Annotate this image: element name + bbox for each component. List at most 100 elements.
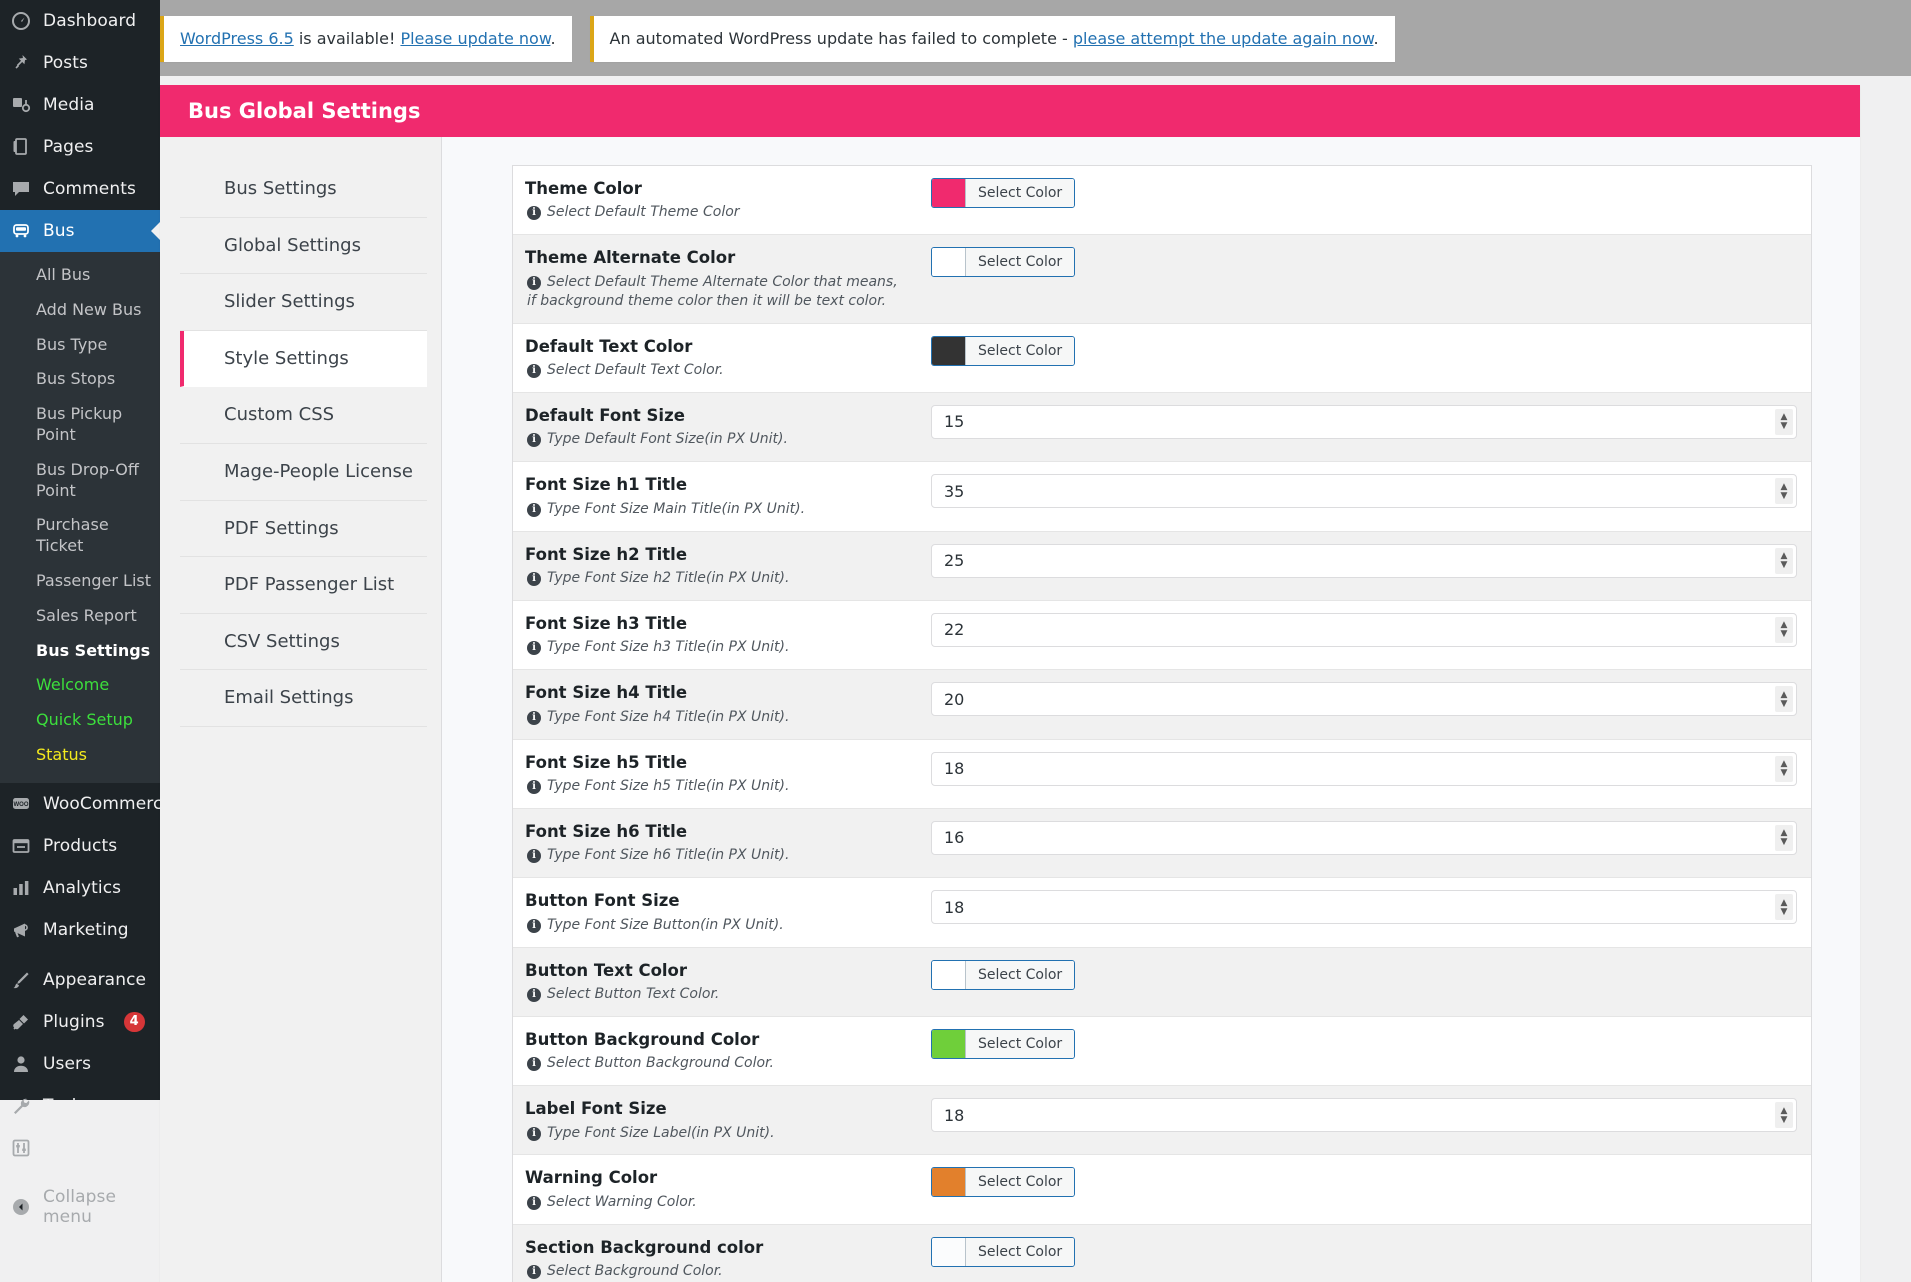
submenu-item-passenger-list[interactable]: Passenger List <box>0 564 160 599</box>
number-input[interactable] <box>931 543 1797 578</box>
number-input[interactable] <box>931 612 1797 647</box>
chevron-up-icon[interactable]: ▲ <box>1781 1106 1788 1115</box>
chevron-down-icon[interactable]: ▼ <box>1781 907 1788 916</box>
number-stepper[interactable]: ▲ ▼ <box>1775 894 1793 921</box>
page-title: Bus Global Settings <box>160 85 1860 137</box>
number-input[interactable] <box>931 682 1797 717</box>
submenu-item-add-new-bus[interactable]: Add New Bus <box>0 293 160 328</box>
submenu-item-sales-report[interactable]: Sales Report <box>0 599 160 634</box>
sidebar-item-label: WooCommerce <box>43 793 173 814</box>
tab-slider-settings[interactable]: Slider Settings <box>180 274 427 331</box>
number-input[interactable] <box>931 820 1797 855</box>
submenu-item-bus-type[interactable]: Bus Type <box>0 328 160 363</box>
tab-pdf-passenger-list[interactable]: PDF Passenger List <box>180 557 427 614</box>
submenu-item-bus-stops[interactable]: Bus Stops <box>0 362 160 397</box>
sidebar-item-dashboard[interactable]: Dashboard <box>0 0 160 42</box>
notice-link[interactable]: please attempt the update again now <box>1073 29 1374 48</box>
tab-pdf-settings[interactable]: PDF Settings <box>180 501 427 558</box>
chevron-up-icon[interactable]: ▲ <box>1781 760 1788 769</box>
submenu-item-status[interactable]: Status <box>0 738 160 773</box>
number-stepper[interactable]: ▲ ▼ <box>1775 408 1793 435</box>
sidebar-item-tools[interactable]: Tools <box>0 1085 160 1127</box>
sidebar-item-analytics[interactable]: Analytics <box>0 867 160 909</box>
setting-field-cell: ▲▼ <box>923 1086 1811 1144</box>
tab-csv-settings[interactable]: CSV Settings <box>180 614 427 671</box>
sidebar-item-pages[interactable]: Pages <box>0 126 160 168</box>
chevron-up-icon[interactable]: ▲ <box>1781 482 1788 491</box>
submenu-item-quick-setup[interactable]: Quick Setup <box>0 703 160 738</box>
number-stepper[interactable]: ▲ ▼ <box>1775 616 1793 643</box>
chevron-down-icon[interactable]: ▼ <box>1781 1115 1788 1124</box>
tab-bus-settings[interactable]: Bus Settings <box>180 161 427 218</box>
chevron-up-icon[interactable]: ▲ <box>1781 621 1788 630</box>
sidebar-item-plugins[interactable]: Plugins 4 <box>0 1001 160 1043</box>
sidebar-item-marketing[interactable]: Marketing <box>0 909 160 951</box>
tab-global-settings[interactable]: Global Settings <box>180 218 427 275</box>
sidebar-item-appearance[interactable]: Appearance <box>0 959 160 1001</box>
chevron-down-icon[interactable]: ▼ <box>1781 491 1788 500</box>
select-color-button[interactable]: Select Color <box>931 178 1076 208</box>
number-stepper[interactable]: ▲ ▼ <box>1775 686 1793 713</box>
select-color-button[interactable]: Select Color <box>931 1236 1076 1267</box>
setting-label: Warning Color <box>525 1168 658 1188</box>
submenu-item-purchase-ticket[interactable]: Purchase Ticket <box>0 508 160 564</box>
sidebar-item-products[interactable]: Products <box>0 825 160 867</box>
number-input[interactable] <box>931 751 1797 786</box>
chevron-down-icon[interactable]: ▼ <box>1781 422 1788 431</box>
select-color-button[interactable]: Select Color <box>931 1028 1076 1059</box>
notice-link[interactable]: WordPress 6.5 <box>180 29 294 48</box>
gear-icon <box>10 1137 32 1159</box>
chevron-down-icon[interactable]: ▼ <box>1781 699 1788 708</box>
sidebar-item-media[interactable]: Media <box>0 84 160 126</box>
number-input[interactable] <box>931 474 1797 509</box>
setting-description: i Select Background Color. <box>525 1262 905 1281</box>
submenu-item-bus-settings[interactable]: Bus Settings <box>0 634 160 669</box>
number-stepper[interactable]: ▲ ▼ <box>1775 547 1793 574</box>
sidebar-item-comments[interactable]: Comments <box>0 168 160 210</box>
tab-style-settings[interactable]: Style Settings <box>180 330 427 388</box>
setting-description: i Type Font Size h2 Title(in PX Unit). <box>525 569 905 588</box>
tab-mage-people-license[interactable]: Mage-People License <box>180 444 427 501</box>
info-icon: i <box>527 1126 541 1141</box>
number-stepper[interactable]: ▲ ▼ <box>1775 1102 1793 1129</box>
sidebar-item-posts[interactable]: Posts <box>0 42 160 84</box>
sidebar-item-collapse-menu[interactable]: Collapse menu <box>0 1177 160 1238</box>
setting-row: Button Font Size i Type Font Size Button(i… <box>513 878 1811 948</box>
chevron-up-icon[interactable]: ▲ <box>1781 413 1788 422</box>
number-input[interactable] <box>931 404 1797 439</box>
chevron-up-icon[interactable]: ▲ <box>1781 690 1788 699</box>
select-color-button[interactable]: Select Color <box>931 335 1076 366</box>
number-input[interactable] <box>931 1098 1797 1133</box>
chevron-up-icon[interactable]: ▲ <box>1781 829 1788 838</box>
chevron-up-icon[interactable]: ▲ <box>1781 552 1788 561</box>
sidebar-item-settings[interactable]: Settings <box>0 1127 160 1169</box>
sidebar-item-bus[interactable]: Bus <box>0 210 160 252</box>
tab-custom-css[interactable]: Custom CSS <box>180 387 427 444</box>
number-stepper[interactable]: ▲ ▼ <box>1775 478 1793 505</box>
chevron-down-icon[interactable]: ▼ <box>1781 630 1788 639</box>
submenu-item-bus-drop-off-point[interactable]: Bus Drop-Off Point <box>0 453 160 509</box>
number-stepper[interactable]: ▲ ▼ <box>1775 824 1793 851</box>
setting-label: Button Font Size <box>525 891 680 911</box>
chevron-up-icon[interactable]: ▲ <box>1781 898 1788 907</box>
tab-email-settings[interactable]: Email Settings <box>180 670 427 727</box>
notice-link[interactable]: Please update now <box>400 29 550 48</box>
color-swatch <box>932 1237 965 1266</box>
select-color-button[interactable]: Select Color <box>931 959 1076 990</box>
sidebar-item-woocommerce[interactable]: WOO WooCommerce <box>0 783 173 825</box>
sidebar-item-label: Bus <box>43 220 75 241</box>
number-field-wrapper: ▲▼ <box>931 820 1797 855</box>
number-stepper[interactable]: ▲ ▼ <box>1775 755 1793 782</box>
setting-field-cell: Select Color <box>923 235 1811 289</box>
submenu-item-all-bus[interactable]: All Bus <box>0 258 160 293</box>
chevron-down-icon[interactable]: ▼ <box>1781 769 1788 778</box>
svg-text:WOO: WOO <box>14 802 29 808</box>
sidebar-item-users[interactable]: Users <box>0 1043 160 1085</box>
submenu-item-welcome[interactable]: Welcome <box>0 668 160 703</box>
select-color-button[interactable]: Select Color <box>931 1167 1076 1198</box>
select-color-button[interactable]: Select Color <box>931 247 1076 278</box>
chevron-down-icon[interactable]: ▼ <box>1781 838 1788 847</box>
submenu-item-bus-pickup-point[interactable]: Bus Pickup Point <box>0 397 160 453</box>
number-input[interactable] <box>931 890 1797 925</box>
chevron-down-icon[interactable]: ▼ <box>1781 561 1788 570</box>
